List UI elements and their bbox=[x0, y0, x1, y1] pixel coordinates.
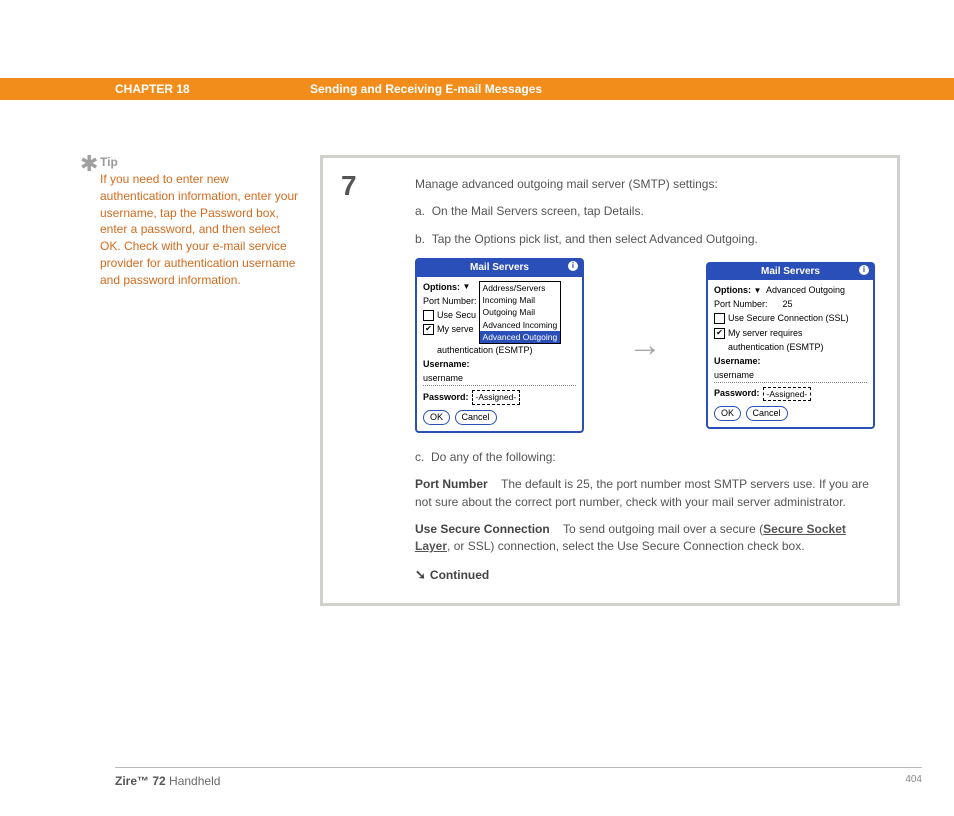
substep-a: a. On the Mail Servers screen, tap Detai… bbox=[415, 203, 875, 220]
checkbox-esmtp[interactable] bbox=[423, 324, 434, 335]
secure-paragraph: Use Secure Connection To send outgoing m… bbox=[415, 521, 875, 556]
tip-text: If you need to enter new authentication … bbox=[100, 171, 300, 289]
dropdown-icon[interactable]: ▼ bbox=[463, 281, 471, 293]
username-field[interactable]: username bbox=[423, 372, 463, 385]
options-dropdown[interactable]: Address/Servers Incoming Mail Outgoing M… bbox=[479, 281, 562, 345]
chapter-header: CHAPTER 18 Sending and Receiving E-mail … bbox=[0, 78, 954, 100]
tip-star-icon: ✱ bbox=[80, 151, 98, 177]
checkbox-ssl[interactable] bbox=[714, 313, 725, 324]
screen1-body: Options: ▼ Port Number: Use Secu My serv… bbox=[417, 277, 582, 431]
tip-sidebar: ✱ Tip If you need to enter new authentic… bbox=[100, 155, 320, 606]
tip-heading: Tip bbox=[100, 155, 300, 169]
info-icon[interactable]: i bbox=[568, 261, 578, 271]
cancel-button[interactable]: Cancel bbox=[455, 410, 497, 425]
chapter-title: Sending and Receiving E-mail Messages bbox=[310, 82, 542, 96]
dropdown-icon[interactable]: ▼ bbox=[754, 285, 762, 297]
step-intro: Manage advanced outgoing mail server (SM… bbox=[415, 176, 875, 193]
device-screen-left: Mail Servers i Options: ▼ Port Number: U… bbox=[415, 258, 584, 433]
chapter-label: CHAPTER 18 bbox=[115, 82, 310, 96]
substep-c: c. Do any of the following: bbox=[415, 449, 875, 466]
password-field[interactable]: -Assigned- bbox=[763, 387, 812, 401]
substep-b: b. Tap the Options pick list, and then s… bbox=[415, 231, 875, 248]
continued-indicator: ➘Continued bbox=[415, 566, 875, 585]
arrow-right-icon: → bbox=[622, 321, 668, 370]
username-field[interactable]: username bbox=[714, 369, 754, 382]
checkbox-esmtp[interactable] bbox=[714, 328, 725, 339]
step-number: 7 bbox=[341, 170, 357, 202]
page-body: ✱ Tip If you need to enter new authentic… bbox=[0, 100, 954, 606]
continued-arrow-icon: ➘ bbox=[415, 566, 426, 585]
screen2-title: Mail Servers i bbox=[708, 264, 873, 281]
info-icon[interactable]: i bbox=[859, 265, 869, 275]
screenshots-row: Mail Servers i Options: ▼ Port Number: U… bbox=[415, 258, 875, 433]
password-field[interactable]: -Assigned- bbox=[472, 390, 521, 404]
step-content: Manage advanced outgoing mail server (SM… bbox=[415, 176, 875, 585]
screen2-body: Options: ▼ Advanced Outgoing Port Number… bbox=[708, 280, 873, 427]
ok-button[interactable]: OK bbox=[423, 410, 450, 425]
checkbox-ssl[interactable] bbox=[423, 310, 434, 321]
cancel-button[interactable]: Cancel bbox=[746, 406, 788, 421]
page-footer: Zire™ 72 Handheld 404 bbox=[115, 767, 922, 788]
screen1-title: Mail Servers i bbox=[417, 260, 582, 277]
device-screen-right: Mail Servers i Options: ▼ Advanced Outgo… bbox=[706, 262, 875, 429]
ok-button[interactable]: OK bbox=[714, 406, 741, 421]
page-number: 404 bbox=[905, 774, 922, 788]
portnum-paragraph: Port Number The default is 25, the port … bbox=[415, 476, 875, 511]
port-value[interactable]: 25 bbox=[783, 298, 793, 311]
product-name: Zire™ 72 Handheld bbox=[115, 774, 220, 788]
step-box: 7 Manage advanced outgoing mail server (… bbox=[320, 155, 900, 606]
